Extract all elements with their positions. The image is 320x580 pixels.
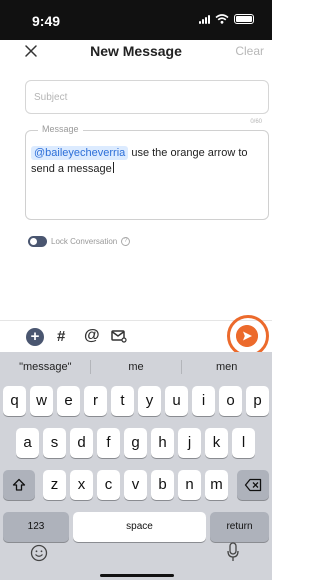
return-key[interactable]: return (210, 512, 269, 542)
key-q[interactable]: q (3, 386, 26, 416)
key-o[interactable]: o (219, 386, 242, 416)
key-a[interactable]: a (16, 428, 39, 458)
suggestion-divider (90, 360, 91, 374)
status-time: 9:49 (32, 13, 61, 29)
lock-conversation-label: Lock Conversation (51, 237, 118, 246)
key-e[interactable]: e (57, 386, 80, 416)
microphone-icon[interactable] (226, 542, 240, 562)
key-i[interactable]: i (192, 386, 215, 416)
help-icon[interactable]: ? (121, 237, 131, 246)
key-p[interactable]: p (246, 386, 269, 416)
key-t[interactable]: t (111, 386, 134, 416)
key-c[interactable]: c (97, 470, 120, 500)
key-d[interactable]: d (70, 428, 93, 458)
key-y[interactable]: y (138, 386, 161, 416)
subject-field[interactable] (25, 80, 269, 114)
key-v[interactable]: v (124, 470, 147, 500)
suggestion-item[interactable]: men (181, 352, 272, 382)
key-z[interactable]: z (43, 470, 66, 500)
page-title: New Message (90, 43, 182, 59)
key-m[interactable]: m (205, 470, 228, 500)
toggle-knob (30, 238, 37, 245)
suggestion-divider (181, 360, 182, 374)
key-k[interactable]: k (205, 428, 228, 458)
key-w[interactable]: w (30, 386, 53, 416)
key-j[interactable]: j (178, 428, 201, 458)
key-s[interactable]: s (43, 428, 66, 458)
key-h[interactable]: h (151, 428, 174, 458)
add-attachment-button[interactable]: + (26, 328, 44, 346)
shift-icon (12, 478, 26, 491)
key-u[interactable]: u (165, 386, 188, 416)
subject-counter: 0/60 (250, 119, 262, 125)
shift-key[interactable] (3, 470, 35, 500)
keyboard: "message" me men q w e r t y u i o p a s… (0, 352, 272, 580)
status-icons (199, 14, 254, 24)
key-r[interactable]: r (84, 386, 107, 416)
key-x[interactable]: x (70, 470, 93, 500)
key-l[interactable]: l (232, 428, 255, 458)
space-key[interactable]: space (73, 512, 206, 542)
compose-toolbar: + # @ (0, 315, 272, 357)
suggestion-item[interactable]: me (91, 352, 182, 382)
lock-conversation-toggle[interactable] (28, 236, 47, 247)
home-indicator (100, 574, 174, 577)
key-g[interactable]: g (124, 428, 147, 458)
key-f[interactable]: f (97, 428, 120, 458)
mention-button[interactable]: @ (84, 327, 100, 345)
emoji-icon[interactable] (30, 544, 48, 562)
backspace-key[interactable] (237, 470, 269, 500)
key-b[interactable]: b (151, 470, 174, 500)
subject-input[interactable] (26, 81, 268, 113)
suggestion-bar: "message" me men (0, 352, 272, 382)
message-input[interactable]: @baileyecheverria use the orange arrow t… (31, 145, 262, 177)
header: New Message Clear (0, 40, 272, 64)
send-button[interactable] (236, 325, 258, 347)
text-cursor (112, 162, 114, 173)
numbers-key[interactable]: 123 (3, 512, 69, 542)
backspace-icon (244, 478, 262, 492)
suggestion-item[interactable]: "message" (0, 352, 91, 382)
signal-icon (199, 14, 210, 24)
battery-icon (234, 14, 254, 24)
clear-button[interactable]: Clear (235, 44, 264, 58)
status-bar: 9:49 (0, 0, 272, 40)
key-n[interactable]: n (178, 470, 201, 500)
lock-conversation-row: Lock Conversation ? (28, 236, 131, 247)
message-field[interactable]: Message @baileyecheverria use the orange… (25, 124, 269, 220)
wifi-icon (215, 14, 229, 24)
close-icon[interactable] (22, 42, 40, 60)
mention-tag[interactable]: @baileyecheverria (31, 146, 129, 160)
mail-user-icon[interactable] (111, 329, 127, 343)
hashtag-button[interactable]: # (57, 328, 65, 345)
message-label: Message (38, 124, 83, 134)
